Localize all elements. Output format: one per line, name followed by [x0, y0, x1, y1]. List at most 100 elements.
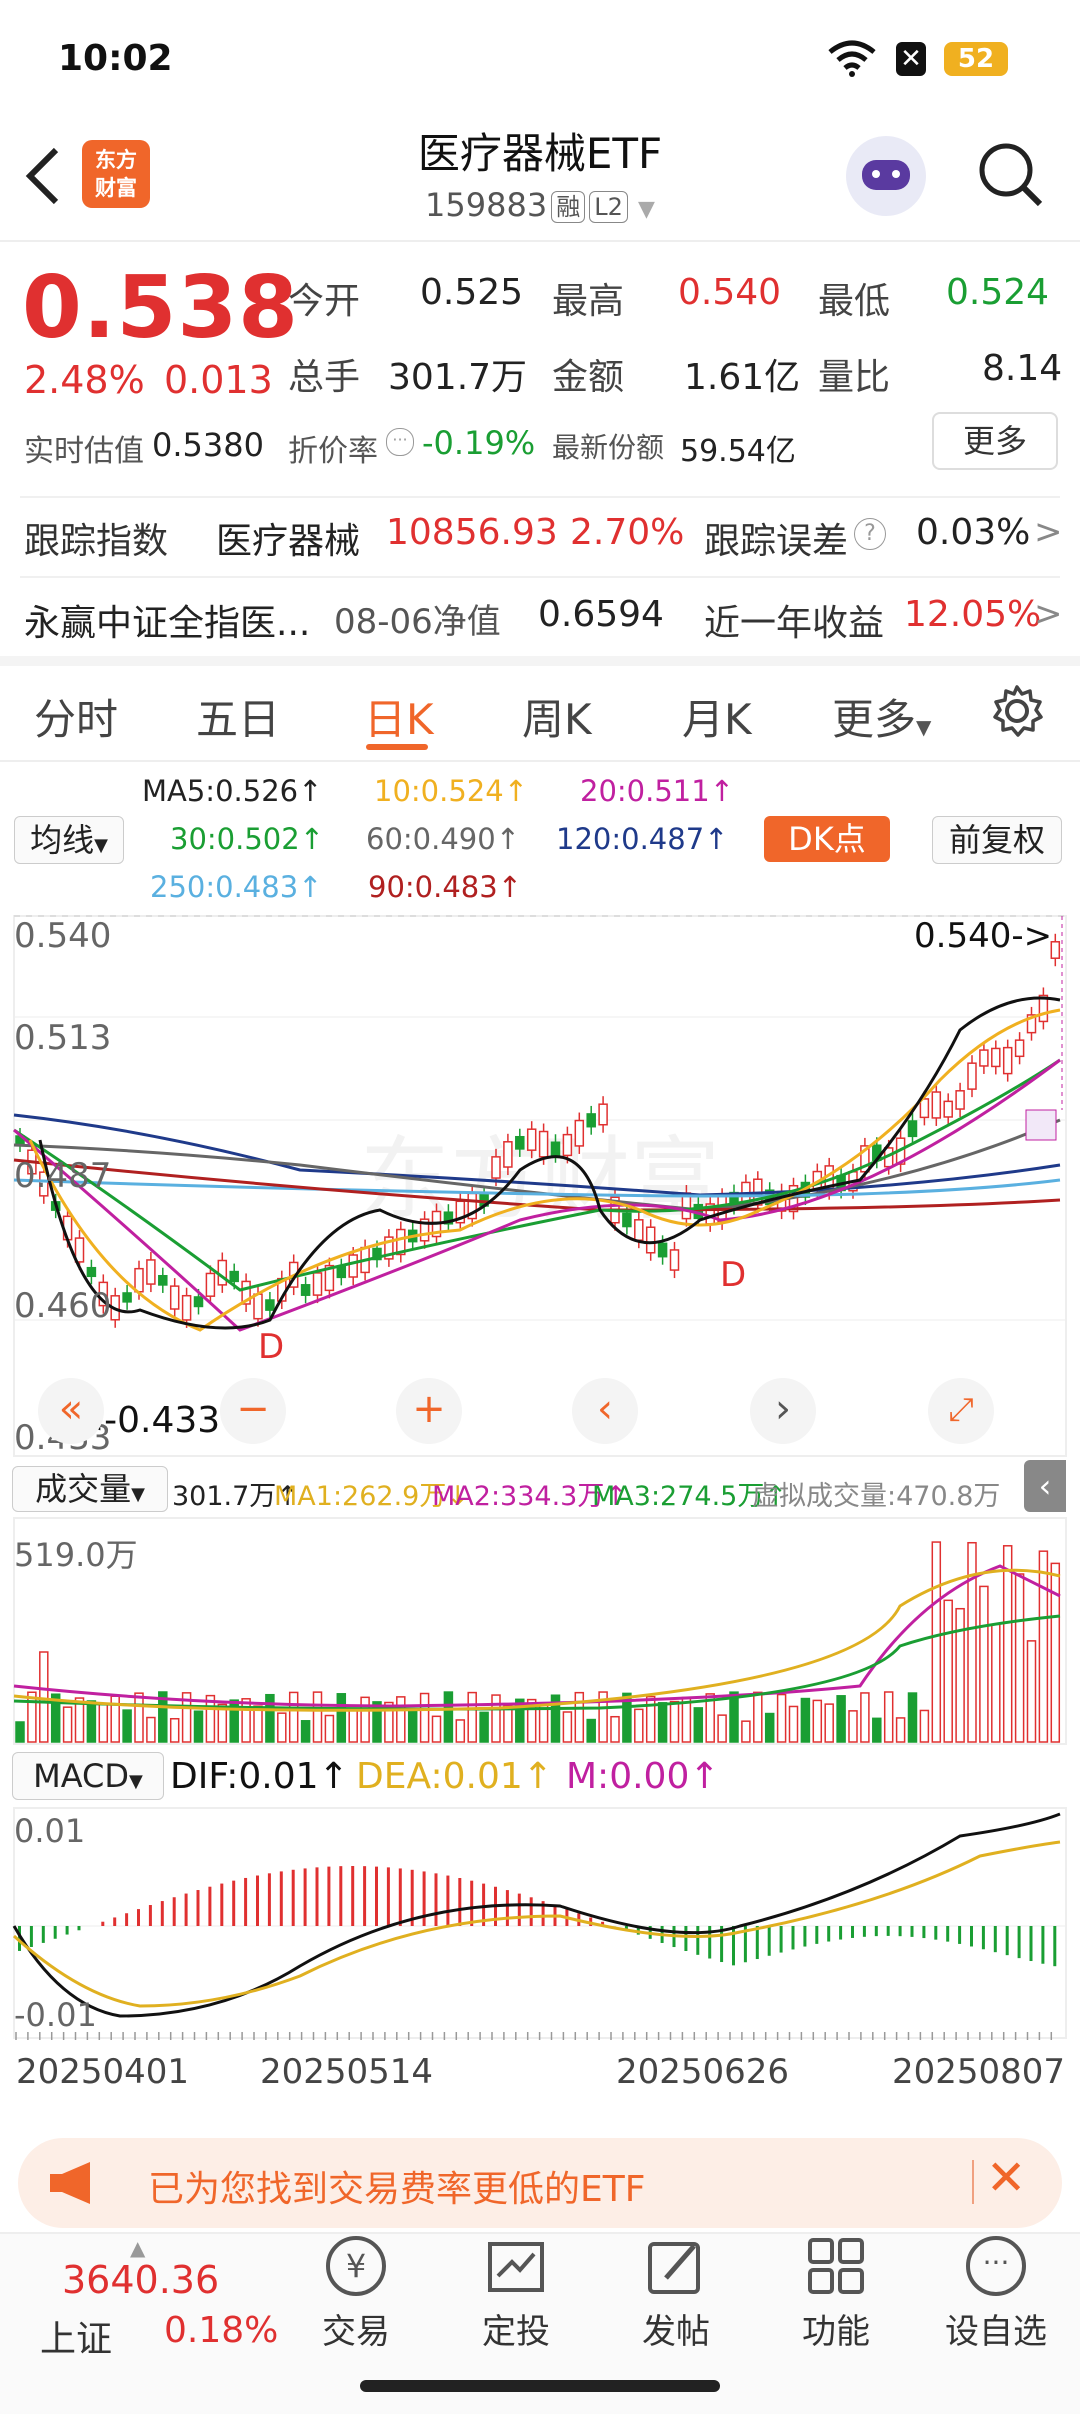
macd-bar	[1030, 1926, 1033, 1961]
macd-chart[interactable]	[0, 1806, 1080, 2046]
candle	[1016, 1040, 1024, 1056]
macd-bar	[530, 1897, 533, 1926]
status-time: 10:02	[58, 38, 173, 79]
shares-value: 59.54亿	[680, 426, 796, 470]
close-icon[interactable]: ✕	[986, 2150, 1026, 2206]
zoom-in-icon[interactable]: +	[396, 1378, 462, 1444]
header-divider	[0, 240, 1080, 242]
ma10-legend: 10:0.524↑	[374, 774, 528, 808]
nav-add-watchlist[interactable]: ··· 设自选	[936, 2236, 1056, 2353]
adjust-mode-button[interactable]: 前复权	[932, 816, 1062, 864]
search-icon[interactable]	[976, 140, 1046, 210]
help-icon[interactable]: ?	[854, 518, 886, 550]
nav-invest-plan[interactable]: 定投	[456, 2236, 576, 2353]
zoom-out-icon[interactable]: −	[220, 1378, 286, 1444]
candle	[254, 1294, 262, 1318]
macd-bar	[54, 1926, 57, 1939]
change-pct: 2.48%	[24, 358, 145, 402]
volume-bar	[742, 1721, 750, 1742]
macd-bar	[887, 1926, 890, 1936]
volume-bar	[587, 1720, 595, 1742]
macd-bar	[756, 1926, 759, 1959]
macd-bar	[351, 1866, 354, 1926]
tracking-index-name[interactable]: 医疗器械	[216, 512, 360, 564]
dk-point-button[interactable]: DK点	[764, 816, 890, 862]
macd-bar	[244, 1878, 247, 1926]
robot-assistant-icon[interactable]	[846, 136, 926, 216]
kline-chart[interactable]: 东方财富 D D	[0, 910, 1080, 1460]
fullscreen-icon[interactable]: ⤢	[928, 1378, 994, 1444]
volume-bar	[314, 1692, 322, 1742]
ma-selector[interactable]: 均线▼	[14, 816, 124, 864]
high-price-mark: 0.540->	[914, 916, 1052, 956]
nav-functions-label: 功能	[776, 2304, 896, 2353]
macd-bar	[292, 1870, 295, 1926]
volume-bar	[897, 1718, 905, 1742]
chevron-right-icon[interactable]: >	[1034, 512, 1063, 552]
divider	[20, 576, 1060, 578]
candle	[337, 1267, 345, 1278]
macd-bar	[768, 1926, 771, 1956]
volume-bar	[504, 1705, 512, 1742]
tab-daily-k[interactable]: 日K	[364, 686, 434, 747]
chevron-up-icon[interactable]: ▲	[130, 2236, 145, 2260]
candle	[932, 1092, 940, 1118]
macd-selector[interactable]: MACD▼	[12, 1752, 164, 1800]
volume-bar	[1051, 1563, 1059, 1742]
fund-name[interactable]: 永赢中证全指医...	[24, 594, 310, 646]
index-value[interactable]: 3640.36	[62, 2258, 219, 2302]
high-label: 最高	[552, 272, 624, 324]
dropdown-icon[interactable]: ▼	[638, 197, 655, 222]
index-pct[interactable]: 0.18%	[164, 2310, 278, 2351]
macd-bar	[506, 1890, 509, 1926]
tab-weekly-k[interactable]: 周K	[522, 686, 592, 747]
macd-bar	[30, 1926, 33, 1947]
wifi-icon	[826, 38, 878, 78]
candle	[575, 1121, 583, 1146]
candle	[159, 1276, 167, 1285]
volume-selector[interactable]: 成交量▼	[12, 1466, 168, 1512]
macd-bar	[339, 1866, 342, 1926]
settings-gear-icon[interactable]	[990, 684, 1044, 738]
macd-bar	[387, 1867, 390, 1926]
candle	[87, 1268, 95, 1277]
tab-active-indicator	[366, 744, 428, 750]
chevron-left-icon[interactable]: ‹	[572, 1378, 638, 1444]
volume-bar	[290, 1692, 298, 1742]
volume-bar	[492, 1695, 500, 1742]
chevron-right-icon[interactable]: ›	[750, 1378, 816, 1444]
candle	[635, 1220, 643, 1240]
volume-bar	[468, 1693, 476, 1742]
candle	[504, 1142, 512, 1167]
index-name[interactable]: 上证	[40, 2310, 112, 2362]
tab-more[interactable]: 更多▼	[832, 686, 931, 747]
nav-functions[interactable]: 功能	[776, 2236, 896, 2353]
sell-marker	[1026, 1110, 1056, 1140]
macd-bar	[780, 1926, 783, 1953]
volume-bar	[242, 1699, 250, 1742]
info-icon[interactable]: ···	[386, 428, 414, 456]
iopv-label: 实时估值	[24, 426, 144, 470]
candle	[647, 1227, 655, 1253]
promo-text[interactable]: 已为您找到交易费率更低的ETF	[148, 2160, 645, 2212]
nav-trade[interactable]: ¥ 交易	[296, 2236, 416, 2353]
macd-bar	[149, 1905, 152, 1926]
tab-intraday[interactable]: 分时	[34, 686, 118, 747]
volume-bar	[909, 1693, 917, 1742]
dropdown-icon: ▼	[916, 715, 931, 739]
nav-post[interactable]: 发帖	[616, 2236, 736, 2353]
volume-bar	[992, 1624, 1000, 1742]
macd-bar	[268, 1873, 271, 1926]
chevron-right-icon[interactable]: >	[1034, 594, 1063, 634]
ma-selector-label: 均线	[30, 821, 94, 859]
volume-bar	[456, 1720, 464, 1742]
candle	[206, 1273, 214, 1296]
scroll-left-icon[interactable]: «	[38, 1378, 104, 1444]
tab-monthly-k[interactable]: 月K	[682, 686, 752, 747]
tab-five-day[interactable]: 五日	[196, 686, 280, 747]
volume-chart[interactable]	[0, 1516, 1080, 1748]
volume-bar	[730, 1692, 738, 1742]
more-button[interactable]: 更多	[932, 412, 1058, 470]
yen-icon: ¥	[326, 2236, 386, 2296]
collapse-panel-icon[interactable]: ‹	[1024, 1460, 1066, 1512]
